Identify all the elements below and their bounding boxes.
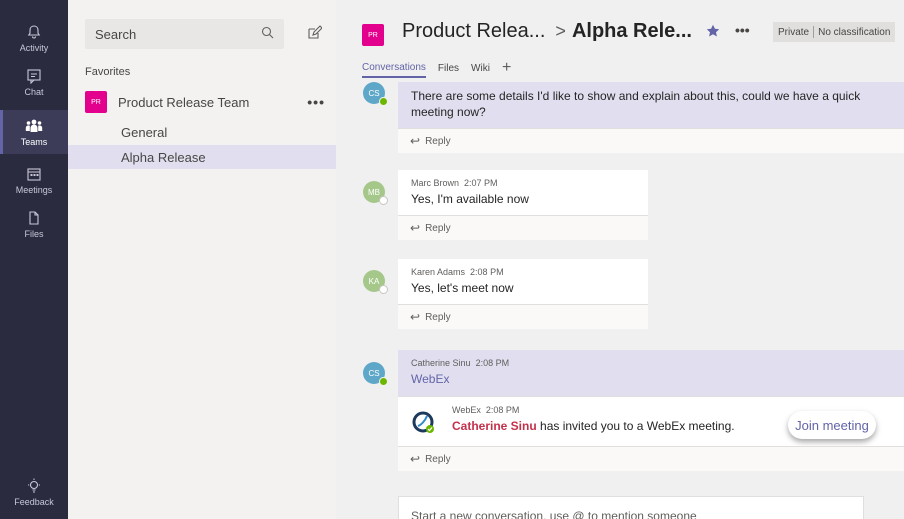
channel-tabs: Conversations Files Wiki + (362, 59, 511, 78)
rail-activity[interactable]: Activity (0, 16, 68, 60)
message-text: Yes, let's meet now (411, 281, 514, 295)
rail-label-activity: Activity (19, 43, 49, 53)
conversation-pane: PR Product Relea... > Alpha Rele... ••• Pr… (336, 0, 904, 519)
rail-label-meetings: Meetings (15, 185, 53, 195)
tag-private: Private (778, 26, 810, 38)
header-channel-name: Alpha Rele... (571, 20, 692, 42)
webex-inviter: Catherine Sinu (452, 419, 537, 433)
rail-label-chat: Chat (24, 87, 44, 97)
rail-feedback[interactable]: Feedback (0, 470, 68, 514)
message-time: 2:08 PM (470, 267, 504, 277)
reply-label: Reply (425, 453, 451, 465)
header-team-avatar: PR (362, 24, 384, 46)
rail-teams[interactable]: Teams (0, 110, 68, 154)
reply-arrow-icon: ↩ (410, 134, 421, 148)
webex-invite-card: WebEx 2:08 PM Catherine Sinu has invited… (398, 396, 904, 446)
channel-alpha-release[interactable]: Alpha Release (68, 145, 336, 169)
reply-label: Reply (425, 222, 451, 234)
add-tab-icon[interactable]: + (502, 59, 511, 77)
webex-time: 2:08 PM (485, 405, 520, 415)
reply-arrow-icon: ↩ (410, 452, 421, 466)
reply-button[interactable]: ↩ Reply (398, 446, 904, 471)
message-card: Karen Adams 2:08 PM Yes, let's meet now … (398, 259, 648, 329)
reply-button[interactable]: ↩ Reply (398, 128, 904, 153)
rail-label-files: Files (24, 229, 44, 239)
presence-offline-icon (379, 285, 388, 294)
reply-button[interactable]: ↩ Reply (398, 215, 648, 240)
message-card: Marc Brown 2:07 PM Yes, I'm available no… (398, 170, 648, 240)
team-item[interactable]: PR Product Release Team ••• (85, 90, 325, 114)
chat-icon (25, 67, 43, 85)
presence-online-icon (379, 97, 388, 106)
message-card: There are some details I'd like to show … (398, 82, 904, 153)
search-box[interactable]: Search (85, 19, 284, 49)
rail-chat[interactable]: Chat (0, 60, 68, 104)
tag-divider (813, 26, 815, 38)
presence-offline-icon (379, 196, 388, 205)
avatar[interactable]: KA (363, 270, 388, 294)
lightbulb-icon (25, 477, 43, 495)
breadcrumb-separator: > (555, 21, 566, 41)
webex-logo-icon (412, 411, 436, 435)
compose-icon[interactable] (306, 25, 323, 41)
webex-meta: WebEx 2:08 PM (452, 405, 519, 415)
favorites-heading: Favorites (85, 66, 131, 78)
message-text: WebEx (411, 372, 450, 386)
avatar-initials: KA (368, 276, 380, 286)
message-time: 2:07 PM (464, 178, 498, 188)
avatar[interactable]: CS (363, 82, 388, 106)
webex-invite-text: Catherine Sinu has invited you to a WebE… (452, 419, 735, 433)
tab-conversations[interactable]: Conversations (362, 62, 426, 78)
favorite-star-icon[interactable] (706, 24, 720, 38)
message-author: Karen Adams (411, 267, 466, 277)
channel-list-pane: Search Favorites PR Product Release Team… (68, 0, 336, 519)
team-avatar: PR (85, 91, 107, 113)
header-team-name[interactable]: Product Relea... (402, 20, 545, 42)
reply-button[interactable]: ↩ Reply (398, 304, 648, 329)
rail-files[interactable]: Files (0, 202, 68, 246)
new-conversation-input[interactable]: Start a new conversation, use @ to menti… (398, 496, 864, 519)
tab-files[interactable]: Files (438, 63, 459, 77)
join-meeting-button[interactable]: Join meeting (788, 411, 876, 439)
page-title: Product Relea... > Alpha Rele... (402, 20, 692, 43)
message-author: Marc Brown (411, 178, 460, 188)
message-reply-row: ↩ Reply (398, 446, 904, 471)
bell-icon (25, 23, 43, 41)
tab-wiki[interactable]: Wiki (471, 63, 490, 77)
team-more-button[interactable]: ••• (307, 94, 325, 110)
message-time: 2:08 PM (475, 358, 510, 368)
rail-label-feedback: Feedback (14, 497, 54, 507)
avatar[interactable]: CS (363, 362, 388, 386)
reply-label: Reply (425, 135, 451, 147)
team-name: Product Release Team (118, 94, 250, 110)
file-icon (25, 209, 43, 227)
message-card: Catherine Sinu 2:08 PM WebEx (398, 350, 904, 396)
avatar-initials: CS (368, 368, 380, 378)
reply-arrow-icon: ↩ (410, 221, 421, 235)
avatar-initials: CS (368, 88, 380, 98)
rail-meetings[interactable]: Meetings (0, 158, 68, 202)
message-text: Yes, I'm available now (411, 192, 529, 206)
classification-tag: Private No classification (773, 22, 896, 42)
tag-classification: No classification (818, 26, 891, 38)
rail-label-teams: Teams (20, 137, 48, 147)
search-icon[interactable] (261, 26, 274, 42)
search-input[interactable]: Search (95, 27, 261, 42)
avatar-initials: MB (368, 187, 380, 197)
presence-online-icon (379, 377, 388, 386)
webex-invite-message: has invited you to a WebEx meeting. (536, 419, 735, 433)
channel-general[interactable]: General (68, 120, 336, 144)
teams-icon (25, 117, 43, 135)
reply-arrow-icon: ↩ (410, 310, 421, 324)
reply-label: Reply (425, 311, 451, 323)
app-rail: Activity Chat Teams Meetings Files Feedb… (0, 0, 68, 519)
message-text: There are some details I'd like to show … (411, 89, 861, 119)
webex-app-name: WebEx (452, 405, 481, 415)
calendar-icon (25, 165, 43, 183)
message-author: Catherine Sinu (411, 358, 471, 368)
header-more-button[interactable]: ••• (735, 22, 750, 38)
avatar[interactable]: MB (363, 181, 388, 205)
